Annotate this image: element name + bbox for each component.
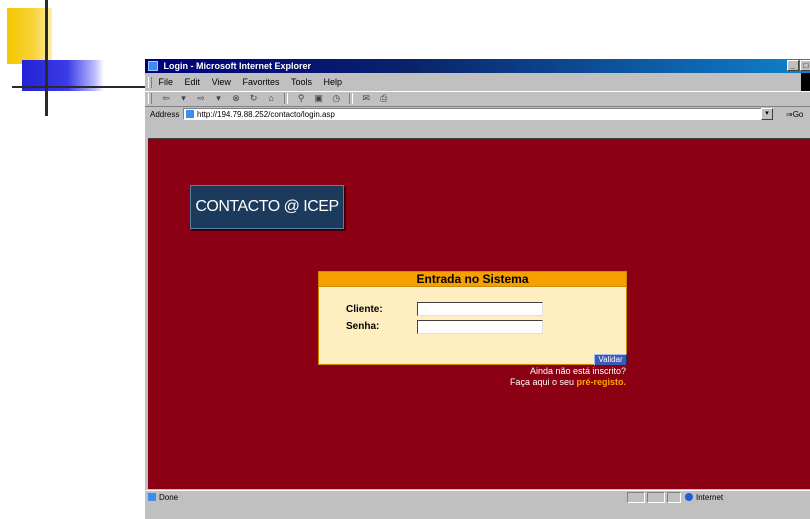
toolbar-grip <box>148 77 152 88</box>
address-dropdown-icon[interactable]: ▾ <box>761 108 773 120</box>
registration-line: Faça aqui o seu pré-registo. <box>510 377 626 388</box>
toolbar-separator <box>349 93 354 104</box>
home-icon[interactable]: ⌂ <box>266 93 277 104</box>
menu-help[interactable]: Help <box>324 75 343 89</box>
back-icon[interactable]: ⇦ <box>161 93 172 104</box>
mail-icon[interactable]: ✉ <box>361 93 372 104</box>
search-icon[interactable]: ⚲ <box>296 93 307 104</box>
status-panel <box>627 492 645 503</box>
address-input[interactable]: http://194.79.88.252/contacto/login.asp <box>183 108 771 120</box>
security-zone: Internet <box>685 491 723 504</box>
registration-prefix: Faça aqui o seu <box>509 377 577 387</box>
page-content: CONTACTO @ ICEP Entrada no Sistema Clien… <box>148 138 810 489</box>
menu-favorites[interactable]: Favorites <box>242 75 279 89</box>
cliente-label: Cliente: <box>346 304 383 315</box>
cliente-input[interactable] <box>417 302 543 316</box>
slide-decoration-vertical-line <box>45 0 48 116</box>
pre-registo-link[interactable]: pré-registo. <box>576 377 626 387</box>
forward-dropdown-icon[interactable]: ▾ <box>213 93 224 104</box>
ie-icon <box>148 61 158 71</box>
forward-icon[interactable]: ⇨ <box>196 93 207 104</box>
menu-view[interactable]: View <box>212 75 231 89</box>
validar-button[interactable]: Validar <box>594 354 627 366</box>
status-panel <box>647 492 665 503</box>
print-icon[interactable]: ⎙ <box>378 93 389 104</box>
favorites-icon[interactable]: ▣ <box>313 93 324 104</box>
toolbar-separator <box>284 93 289 104</box>
senha-label: Senha: <box>346 321 380 332</box>
title-bar[interactable]: Login - Microsoft Internet Explorer _□× <box>145 59 810 73</box>
globe-icon <box>685 493 693 501</box>
registration-question: Ainda não está inscrito? <box>529 366 626 376</box>
browser-window: Login - Microsoft Internet Explorer _□× … <box>145 59 810 519</box>
windows-logo-icon: ⊞ <box>801 73 810 91</box>
address-url: http://194.79.88.252/contacto/login.asp <box>197 110 335 119</box>
maximize-button[interactable]: □ <box>800 60 810 71</box>
go-button[interactable]: ⇒Go <box>786 107 803 122</box>
address-bar: Address http://194.79.88.252/contacto/lo… <box>145 106 810 122</box>
page-icon <box>186 110 194 118</box>
address-label: Address <box>150 110 180 119</box>
zone-label: Internet <box>696 493 724 502</box>
window-title: Login - Microsoft Internet Explorer <box>163 61 312 71</box>
minimize-button[interactable]: _ <box>787 60 799 71</box>
standard-toolbar: ⇦ ▾ ⇨ ▾ ⊗ ↻ ⌂ ⚲ ▣ ◷ ✉ ⎙ <box>145 91 810 106</box>
go-arrow-icon: ⇒ <box>786 110 793 119</box>
go-label: Go <box>792 110 804 119</box>
logo-text: CONTACTO @ ICEP <box>195 198 339 215</box>
refresh-icon[interactable]: ↻ <box>248 93 259 104</box>
back-dropdown-icon[interactable]: ▾ <box>178 93 189 104</box>
status-bar: Done Internet <box>145 490 810 504</box>
done-page-icon <box>148 493 156 501</box>
login-panel: Entrada no Sistema Cliente: Senha: <box>318 271 627 365</box>
menu-bar: File Edit View Favorites Tools Help <box>145 75 810 89</box>
toolbar-grip <box>148 93 152 104</box>
senha-input[interactable] <box>417 320 543 334</box>
slide-decoration-horizontal-line <box>12 86 148 88</box>
status-panel <box>667 492 681 503</box>
history-icon[interactable]: ◷ <box>331 93 342 104</box>
registration-note: Ainda não está inscrito? Faça aqui o seu… <box>510 366 626 388</box>
status-text: Done <box>159 493 179 502</box>
window-controls: _□× <box>786 60 810 74</box>
menu-file[interactable]: File <box>159 75 174 89</box>
contacto-icep-logo: CONTACTO @ ICEP <box>190 185 344 229</box>
menu-tools[interactable]: Tools <box>291 75 312 89</box>
stop-icon[interactable]: ⊗ <box>231 93 242 104</box>
menu-edit[interactable]: Edit <box>185 75 201 89</box>
login-title: Entrada no Sistema <box>319 272 626 287</box>
